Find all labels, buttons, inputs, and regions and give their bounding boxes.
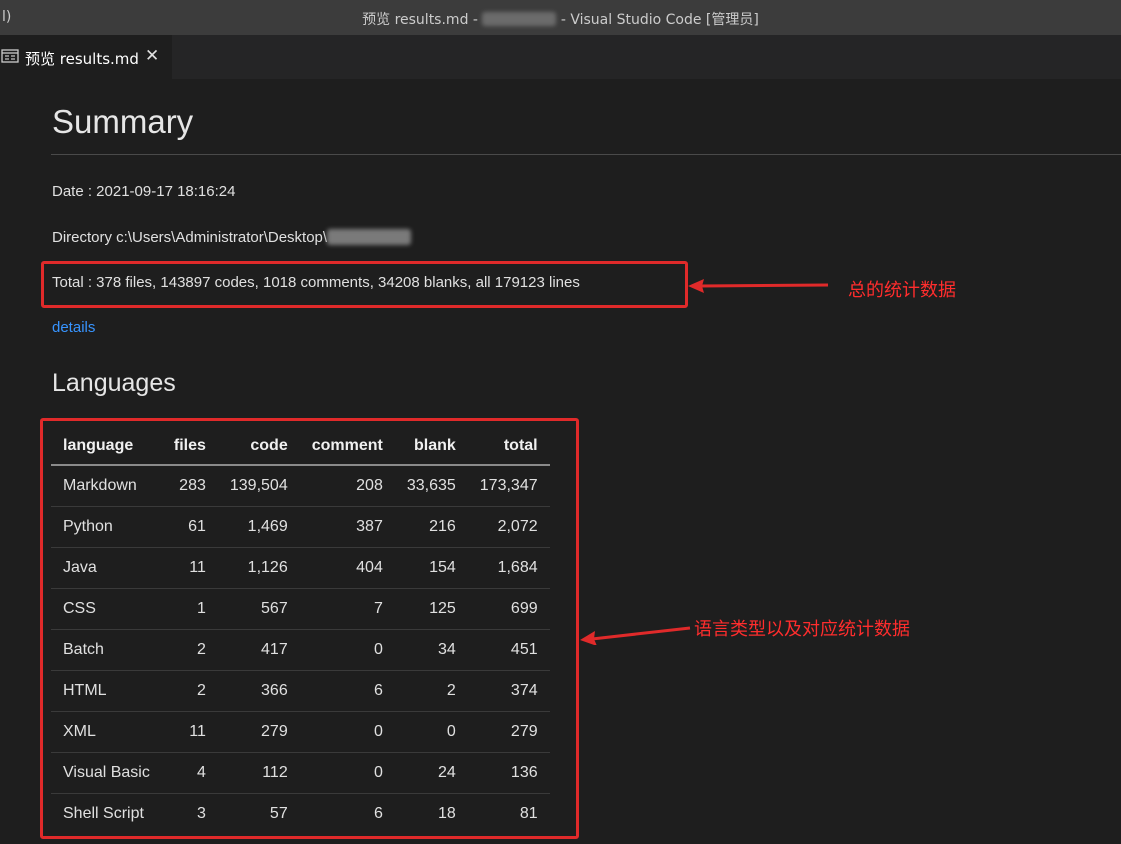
table-cell-blank: 34 — [394, 629, 468, 671]
table-cell-blank: 33,635 — [394, 465, 468, 507]
table-cell-total: 279 — [467, 711, 550, 753]
markdown-preview: Summary Date : 2021-09-17 18:16:24 Direc… — [0, 79, 1121, 844]
languages-heading: Languages — [52, 369, 176, 397]
table-cell-language: CSS — [51, 588, 162, 630]
table-cell-language: Markdown — [51, 465, 162, 507]
table-cell-total: 699 — [467, 588, 550, 630]
header-blank: blank — [394, 428, 468, 466]
table-cell-files: 3 — [196, 805, 206, 822]
directory-text: Directory c:\Users\Administrator\Desktop… — [52, 229, 328, 246]
table-row: Batch 2 417 0 34 451 — [51, 629, 550, 671]
summary-heading: Summary — [52, 103, 194, 140]
table-cell-blank: 18 — [437, 805, 456, 822]
redacted-region — [482, 12, 557, 26]
arrow-icon — [688, 279, 829, 293]
window-title: 预览 results.md - - Visual Studio Code [管理… — [0, 9, 1121, 29]
window-titlebar: l) 预览 results.md - - Visual Studio Code … — [0, 0, 1121, 35]
table-cell-comment: 7 — [299, 588, 395, 630]
table-header-row: language files code comment blank total — [51, 428, 550, 466]
table-cell-blank: 0 — [394, 711, 468, 753]
table-cell-files: 11 — [161, 711, 218, 753]
table-cell-total: 136 — [467, 752, 550, 794]
table-cell-language: HTML — [51, 670, 162, 712]
window-title-prefix: 预览 results.md - — [362, 12, 483, 28]
table-cell-code: 279 — [217, 711, 300, 753]
table-row: Java 11 1,126 404 154 1,684 — [51, 547, 550, 589]
table-cell-total: 173,347 — [467, 465, 550, 507]
table-cell-comment: 0 — [299, 711, 395, 753]
table-cell-blank: 24 — [394, 752, 468, 794]
table-cell-files: 2 — [161, 629, 218, 671]
table-cell-comment: 387 — [299, 506, 395, 548]
table-cell-code: 139,504 — [217, 465, 300, 507]
table-row: Markdown 283 139,504 208 33,635 173,347 — [51, 465, 550, 507]
table-cell-language: Visual Basic — [51, 752, 162, 794]
table-cell-total: 81 — [519, 805, 538, 822]
tab-results-preview[interactable]: 预览 results.md ✕ — [0, 35, 172, 79]
header-files: files — [161, 428, 218, 466]
directory-line: Directory c:\Users\Administrator\Desktop… — [52, 229, 412, 246]
table-row: Python 61 1,469 387 216 2,072 — [51, 506, 550, 548]
table-cell-comment: 6 — [373, 805, 383, 822]
table-cell-files: 4 — [161, 752, 218, 794]
table-cell-code: 366 — [217, 670, 300, 712]
table-cell-files: 2 — [161, 670, 218, 712]
table-row: XML 11 279 0 0 279 — [51, 711, 550, 753]
table-cell-comment: 404 — [299, 547, 395, 589]
date-line: Date : 2021-09-17 18:16:24 — [52, 183, 236, 200]
total-highlight-box — [41, 261, 688, 308]
table-cell-blank: 154 — [394, 547, 468, 589]
preview-icon — [1, 49, 19, 63]
table-annotation: 语言类型以及对应统计数据 — [694, 619, 910, 640]
table-cell-language: Shell Script — [63, 805, 144, 822]
table-cell-blank: 2 — [394, 670, 468, 712]
table-cell-code: 1,469 — [217, 506, 300, 548]
header-comment: comment — [299, 428, 395, 466]
table-cell-code: 1,126 — [217, 547, 300, 589]
table-cell-comment: 208 — [299, 465, 395, 507]
redacted-region — [327, 229, 412, 245]
table-cell-language: XML — [51, 711, 162, 753]
total-annotation: 总的统计数据 — [848, 280, 956, 301]
table-cell-code: 57 — [269, 805, 288, 822]
table-cell-code: 417 — [217, 629, 300, 671]
table-cell-total: 1,684 — [467, 547, 550, 589]
table-row: HTML 2 366 6 2 374 — [51, 670, 550, 712]
table-cell-files: 1 — [161, 588, 218, 630]
table-cell-code: 112 — [217, 752, 300, 794]
table-cell-comment: 0 — [299, 752, 395, 794]
details-link[interactable]: details — [52, 319, 95, 336]
table-cell-files: 283 — [161, 465, 218, 507]
table-cell-files: 61 — [161, 506, 218, 548]
window-title-suffix: - Visual Studio Code [管理员] — [556, 12, 759, 28]
table-cell-total: 374 — [467, 670, 550, 712]
table-cell-language: Python — [51, 506, 162, 548]
table-cell-total: 2,072 — [467, 506, 550, 548]
heading-divider — [51, 154, 1121, 155]
table-row: Shell Script 3 57 6 18 81 — [51, 794, 550, 835]
close-icon[interactable]: ✕ — [145, 46, 159, 66]
table-cell-language: Batch — [51, 629, 162, 671]
table-cell-code: 567 — [217, 588, 300, 630]
table-cell-files: 11 — [161, 547, 218, 589]
arrow-icon — [580, 626, 691, 645]
header-language: language — [51, 428, 162, 466]
table-cell-language: Java — [51, 547, 162, 589]
languages-table: language files code comment blank total … — [51, 428, 550, 834]
table-cell-blank: 125 — [394, 588, 468, 630]
table-cell-comment: 6 — [299, 670, 395, 712]
editor-tab-bar: 预览 results.md ✕ — [0, 35, 1121, 79]
header-total: total — [467, 428, 550, 466]
table-cell-total: 451 — [467, 629, 550, 671]
table-row: CSS 1 567 7 125 699 — [51, 588, 550, 630]
table-row: Visual Basic 4 112 0 24 136 — [51, 752, 550, 794]
table-cell-blank: 216 — [394, 506, 468, 548]
table-cell-comment: 0 — [299, 629, 395, 671]
header-code: code — [217, 428, 300, 466]
table-body: Markdown 283 139,504 208 33,635 173,347 Python… — [51, 465, 550, 834]
tab-label: 预览 results.md — [25, 50, 139, 68]
